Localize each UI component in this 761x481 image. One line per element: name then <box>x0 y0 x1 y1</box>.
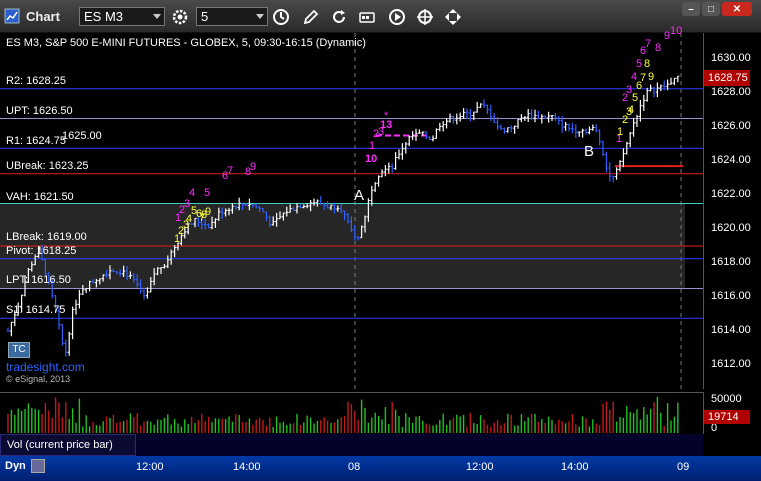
dynamic-label: Dyn <box>5 460 26 472</box>
level-label-lpt: LPT: 1616.50 <box>6 274 71 286</box>
volume-study-label[interactable]: Vol (current price bar) <box>0 434 136 456</box>
time-tick: 14:00 <box>561 461 589 473</box>
symbol-value: ES M3 <box>84 9 124 24</box>
price-tick: 1624.00 <box>711 154 751 166</box>
seq-marker: 3 <box>184 198 191 210</box>
refresh-icon <box>333 9 345 23</box>
volume-last-tag: 19714 <box>704 410 750 424</box>
price-tick: 1614.00 <box>711 324 751 336</box>
price-tick: 1618.00 <box>711 256 751 268</box>
maximize-button[interactable]: □ <box>702 2 720 16</box>
seq-marker: 1 <box>617 126 624 138</box>
price-tick: 1630.00 <box>711 52 751 64</box>
move-button[interactable] <box>442 6 464 27</box>
seq-marker: 7 <box>645 38 652 50</box>
level-label-pivot: Pivot: 1618.25 <box>6 245 77 257</box>
chart-label: Chart <box>26 8 60 24</box>
seq-marker: 5 <box>204 187 211 199</box>
seq-marker: 4 <box>628 104 635 116</box>
volume-tick: 50000 <box>711 393 742 405</box>
play-button[interactable] <box>386 6 408 27</box>
level-label-upt: UPT: 1626.50 <box>6 105 73 117</box>
interval-dropdown[interactable]: 5 <box>196 7 268 26</box>
clock-button[interactable] <box>270 6 292 27</box>
level-label-lbreak: LBreak: 1619.00 <box>6 231 87 243</box>
price-tick: 1620.00 <box>711 222 751 234</box>
seq-marker: 9 <box>648 71 655 83</box>
level-label-s1: S1: 1614.75 <box>6 304 66 316</box>
seq-marker: 9 <box>205 206 212 218</box>
interval-value: 5 <box>201 9 209 24</box>
toolbar: Chart ES M3 5 – □ ✕ <box>0 0 761 33</box>
dynamic-toggle-icon[interactable] <box>31 459 45 473</box>
price-tick: 1628.00 <box>711 86 751 98</box>
chart-window-title: Chart <box>4 6 60 26</box>
watermark-site: tradesight.com <box>6 360 85 374</box>
seq-marker: 7 <box>640 72 647 84</box>
settings-gear-icon <box>172 9 188 24</box>
close-icon: ✕ <box>732 3 742 15</box>
overlap-label: 1625.00 <box>62 130 102 142</box>
crosshair-button[interactable] <box>414 6 436 27</box>
level-label-vah: VAH: 1621.50 <box>6 191 74 203</box>
clock-icon <box>273 8 289 25</box>
time-axis[interactable]: Dyn 12:00 14:00 08 12:00 14:00 09 <box>0 456 761 481</box>
minimize-icon: – <box>688 3 694 15</box>
pencil-button[interactable] <box>300 6 322 27</box>
volume-label-bar <box>136 434 703 456</box>
seq-marker: 5 <box>636 58 643 70</box>
price-tick: 1612.00 <box>711 358 751 370</box>
time-tick: 09 <box>677 461 690 473</box>
crosshair-icon <box>417 8 433 25</box>
time-tick: 14:00 <box>233 461 261 473</box>
maximize-icon: □ <box>707 3 715 15</box>
chevron-down-icon <box>256 14 264 19</box>
tradesight-logo: TC <box>8 342 30 358</box>
seq-marker: 8 <box>655 42 662 54</box>
close-button[interactable]: ✕ <box>722 2 752 16</box>
refresh-button[interactable] <box>328 6 350 27</box>
seq-marker: 9 <box>250 161 257 173</box>
settings-gear-button[interactable] <box>169 6 191 27</box>
seq-marker: 8 <box>644 58 651 70</box>
time-tick: 12:00 <box>136 461 164 473</box>
symbol-dropdown[interactable]: ES M3 <box>79 7 165 26</box>
indicator-icon <box>359 11 375 23</box>
time-tick: 12:00 <box>466 461 494 473</box>
last-price-tag: 1628.75 <box>704 70 750 86</box>
watermark-copyright: © eSignal, 2013 <box>6 374 71 384</box>
chevron-down-icon <box>153 14 161 19</box>
chart-title: ES M3, S&P 500 E-MINI FUTURES - GLOBEX, … <box>6 37 366 49</box>
seq-marker: 10 <box>365 153 378 165</box>
seq-marker: 10 <box>670 25 683 37</box>
price-tick: 1626.00 <box>711 120 751 132</box>
price-tick: 1616.00 <box>711 290 751 302</box>
seq-marker: 1 <box>369 140 376 152</box>
price-tick: 1622.00 <box>711 188 751 200</box>
seq-marker: 5 <box>632 92 639 104</box>
minimize-button[interactable]: – <box>682 2 700 16</box>
pencil-icon <box>303 9 319 24</box>
annotation-b: B <box>584 143 595 160</box>
price-axis[interactable]: 1630.00 1628.00 1626.00 1624.00 1622.00 … <box>703 33 761 389</box>
level-label-ubreak: UBreak: 1623.25 <box>6 160 89 172</box>
indicator-button[interactable] <box>356 6 378 27</box>
seq-marker: 7 <box>227 165 234 177</box>
annotation-a: A <box>354 187 365 204</box>
seq-marker: 4 <box>189 187 196 199</box>
volume-chart[interactable] <box>0 392 703 434</box>
move-icon <box>445 8 461 25</box>
play-icon <box>389 8 405 25</box>
level-label-r2: R2: 1628.25 <box>6 75 66 87</box>
level-label-r1: R1: 1624.75 <box>6 135 66 147</box>
price-chart[interactable] <box>0 33 703 392</box>
chart-icon <box>4 8 20 24</box>
seq-marker: * <box>384 110 389 122</box>
time-tick: 08 <box>348 461 361 473</box>
